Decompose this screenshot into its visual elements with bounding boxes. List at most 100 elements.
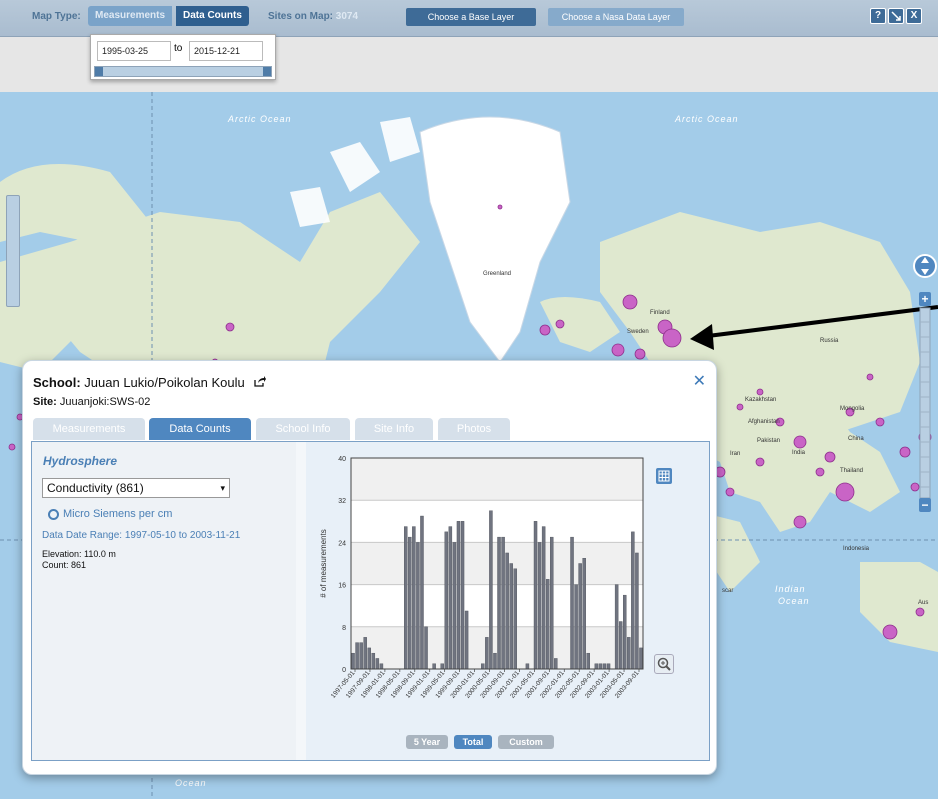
indonesia-label: Indonesia <box>843 546 870 552</box>
grid-band <box>351 626 643 669</box>
close-icon[interactable]: X <box>906 8 922 24</box>
layers-side-tab[interactable] <box>6 195 20 307</box>
tab-school-info[interactable]: School Info <box>256 418 350 440</box>
chart-bar <box>598 663 603 670</box>
parameter-value: Conductivity (861) <box>47 481 144 495</box>
svg-text:−: − <box>921 498 928 512</box>
y-tick-label: 16 <box>338 583 346 590</box>
chart-bar <box>412 526 416 670</box>
indian-ocean-label: Ocean <box>778 596 810 606</box>
total-button[interactable]: Total <box>454 735 492 749</box>
unit-option[interactable]: Micro Siemens per cm <box>48 508 172 520</box>
chart-bar <box>554 658 558 670</box>
chart-bar <box>509 563 513 670</box>
chart-bar <box>545 579 550 670</box>
chart-bar <box>614 584 619 670</box>
chart-bar <box>570 536 574 670</box>
measurements-toggle[interactable]: Measurements <box>88 6 173 26</box>
start-date-input[interactable] <box>97 41 171 61</box>
thailand-label: Thailand <box>840 468 863 474</box>
chart-bar <box>606 663 611 670</box>
chart-bar <box>485 637 489 670</box>
table-icon[interactable] <box>656 468 672 484</box>
chart-bar <box>404 526 408 670</box>
resize-icon[interactable] <box>888 8 904 24</box>
range-label: Data Date Range: <box>42 530 123 541</box>
chart-bar <box>627 637 631 670</box>
school-line: School: Juuan Lukio/Poikolan Koulu <box>33 375 267 390</box>
chart-bar <box>493 652 497 670</box>
y-tick-label: 8 <box>342 625 346 632</box>
top-toolbar: Map Type: Measurements Data Counts Sites… <box>0 0 938 37</box>
pan-control-icon <box>913 254 937 278</box>
site-line: Site: Juuanjoki:SWS-02 <box>33 396 150 408</box>
chart-bar <box>533 521 538 670</box>
share-icon[interactable] <box>254 375 267 390</box>
chart-bar <box>586 652 590 670</box>
tab-photos[interactable]: Photos <box>438 418 510 440</box>
zoom-icon[interactable] <box>654 654 674 674</box>
radio-icon[interactable] <box>48 508 59 520</box>
iran-label: Iran <box>730 451 740 457</box>
end-date-input[interactable] <box>189 41 263 61</box>
russia-label: Russia <box>820 338 839 344</box>
help-icon[interactable]: ? <box>870 8 886 24</box>
elevation-text: Elevation: 110.0 m <box>42 549 116 559</box>
sites-on-map: Sites on Map: 3074 <box>268 11 358 22</box>
school-name: Juuan Lukio/Poikolan Koulu <box>84 375 245 390</box>
chart-bar <box>639 647 643 670</box>
five-year-button[interactable]: 5 Year <box>406 735 448 749</box>
chart-bar <box>379 663 384 670</box>
chart-bar <box>489 510 493 670</box>
base-layer-button[interactable]: Choose a Base Layer <box>406 8 536 26</box>
site-prefix: Site: <box>33 396 57 408</box>
date-to-label: to <box>174 43 183 54</box>
chart-bar <box>574 584 578 670</box>
chart-bar <box>408 536 412 670</box>
map-type-label: Map Type: <box>32 11 81 22</box>
chart-bar <box>537 542 542 670</box>
map-zoom-control[interactable]: + − <box>912 242 938 672</box>
tab-data-counts[interactable]: Data Counts <box>149 418 251 440</box>
site-info-popup: ✕ School: Juuan Lukio/Poikolan Koulu Sit… <box>22 360 717 775</box>
madagascar-label: scar <box>722 588 733 594</box>
tab-measurements[interactable]: Measurements <box>33 418 145 440</box>
chart-bar <box>505 552 509 670</box>
custom-button[interactable]: Custom <box>498 735 554 749</box>
chart-bar <box>623 594 627 670</box>
china-label: China <box>848 436 864 442</box>
tab-site-info[interactable]: Site Info <box>355 418 433 440</box>
indian-label: Indian <box>775 584 806 594</box>
chart-bar <box>631 531 635 670</box>
chart-bar <box>452 542 457 670</box>
data-counts-toggle[interactable]: Data Counts <box>176 6 249 26</box>
y-axis-label: # of measurements <box>319 529 328 597</box>
range-value: 1997-05-10 to 2003-11-21 <box>124 530 241 541</box>
data-counts-chart: 0816243240# of measurements1997-05-01199… <box>319 456 644 700</box>
pakistan-label: Pakistan <box>757 438 780 444</box>
chart-bar <box>363 637 367 670</box>
nasa-layer-button[interactable]: Choose a Nasa Data Layer <box>548 8 684 26</box>
chart-bar <box>367 647 371 670</box>
chart-bar <box>582 558 586 670</box>
data-counts-panel: Hydrosphere Conductivity (861) ▾ Micro S… <box>31 441 710 761</box>
popup-close-icon[interactable]: ✕ <box>693 371 706 391</box>
arctic-ocean-label-2: Arctic Ocean <box>674 114 739 124</box>
chart-bar <box>351 652 355 670</box>
chart-bar <box>481 663 485 670</box>
chart-bar <box>456 521 461 670</box>
chart-bar <box>618 621 623 670</box>
date-range-line: Data Date Range: 1997-05-10 to 2003-11-2… <box>42 530 240 541</box>
date-range-slider[interactable] <box>94 66 272 77</box>
chart-bar <box>578 563 582 670</box>
chart-bar <box>460 521 465 670</box>
slider-start-handle[interactable] <box>95 67 103 76</box>
chart-bar <box>525 663 530 670</box>
chart-bar <box>424 626 428 670</box>
sites-label: Sites on Map: <box>268 11 334 22</box>
slider-end-handle[interactable] <box>263 67 271 76</box>
parameter-select[interactable]: Conductivity (861) ▾ <box>42 478 230 498</box>
chart-bar <box>371 652 376 670</box>
kazakhstan-label: Kazakhstan <box>745 397 776 403</box>
chart-bar <box>375 658 380 670</box>
